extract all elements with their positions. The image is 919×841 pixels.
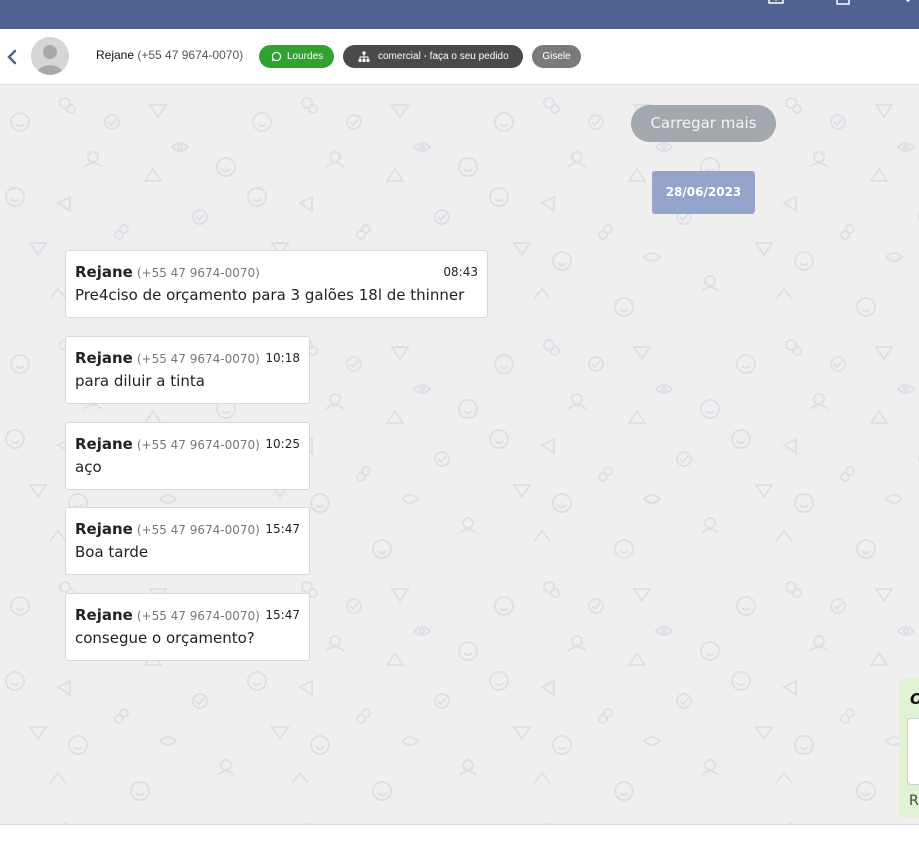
message-time: 15:47	[265, 522, 300, 536]
chat-messages-area[interactable]: Carregar mais 28/06/2023 Rejane (+55 47 9…	[0, 85, 919, 824]
load-more-button[interactable]: Carregar mais	[631, 105, 776, 142]
message-sender: Rejane	[75, 349, 133, 367]
message-text: para diluir a tinta	[75, 372, 205, 390]
whatsapp-connection-tag[interactable]: Lourdes	[259, 45, 334, 68]
contact-name: Rejane	[96, 48, 135, 62]
date-separator-badge: 28/06/2023	[652, 171, 755, 214]
message-sender-phone: (+55 47 9674-0070)	[136, 266, 260, 280]
message-bubble[interactable]: Rejane (+55 47 9674-0070) 10:18 para dilu…	[65, 336, 310, 404]
side-panel-input[interactable]	[907, 718, 919, 785]
message-sender: Rejane	[75, 435, 133, 453]
message-sender: Rejane	[75, 520, 133, 538]
message-bubble[interactable]: Rejane (+55 47 9674-0070) 15:47 Boa tarde	[65, 507, 310, 575]
avatar[interactable]	[31, 37, 69, 75]
message-text: Boa tarde	[75, 543, 149, 561]
side-reply-panel[interactable]: O R	[899, 678, 919, 818]
message-sender-phone: (+55 47 9674-0070)	[136, 609, 260, 623]
chat-header: Rejane (+55 47 9674-0070) Lourdes comerc…	[0, 29, 919, 85]
message-text: aço	[75, 458, 102, 476]
message-sender: Rejane	[75, 606, 133, 624]
message-bubble[interactable]: Rejane (+55 47 9674-0070) 15:47 consegue …	[65, 593, 310, 661]
user-silhouette-icon	[31, 37, 69, 75]
contacts-icon[interactable]	[768, 0, 784, 6]
message-text: consegue o orçamento?	[75, 629, 255, 647]
dropdown-chevron-icon[interactable]	[900, 0, 916, 6]
message-sender-phone: (+55 47 9674-0070)	[136, 438, 260, 452]
message-sender: Rejane	[75, 263, 133, 281]
department-tag[interactable]: comercial - faça o seu pedido	[343, 45, 523, 68]
chevron-left-icon[interactable]	[5, 49, 19, 65]
message-time: 08:43	[443, 265, 478, 279]
message-time: 15:47	[265, 608, 300, 622]
whatsapp-icon	[271, 51, 282, 62]
message-text: Pre4ciso de orçamento para 3 galões 18l …	[75, 286, 465, 304]
message-time: 10:18	[265, 351, 300, 365]
message-sender-phone: (+55 47 9674-0070)	[136, 523, 260, 537]
assigned-user-tag[interactable]: Gisele	[532, 45, 581, 68]
side-panel-footer: R	[909, 793, 919, 809]
message-time: 10:25	[265, 437, 300, 451]
sitemap-icon	[358, 51, 370, 62]
whatsapp-tag-label: Lourdes	[287, 51, 324, 62]
message-sender-phone: (+55 47 9674-0070)	[136, 352, 260, 366]
message-bubble[interactable]: Rejane (+55 47 9674-0070) 10:25 aço	[65, 422, 310, 490]
side-panel-title: O	[910, 690, 919, 708]
message-bubble[interactable]: Rejane (+55 47 9674-0070) 08:43 Pre4ciso …	[65, 250, 488, 318]
contact-info: Rejane (+55 47 9674-0070)	[96, 48, 243, 62]
top-navigation-bar	[0, 0, 919, 29]
bottom-bar	[0, 824, 919, 841]
clipboard-icon[interactable]	[835, 0, 851, 6]
department-tag-label: comercial - faça o seu pedido	[378, 51, 509, 62]
contact-phone: (+55 47 9674-0070)	[137, 48, 244, 62]
